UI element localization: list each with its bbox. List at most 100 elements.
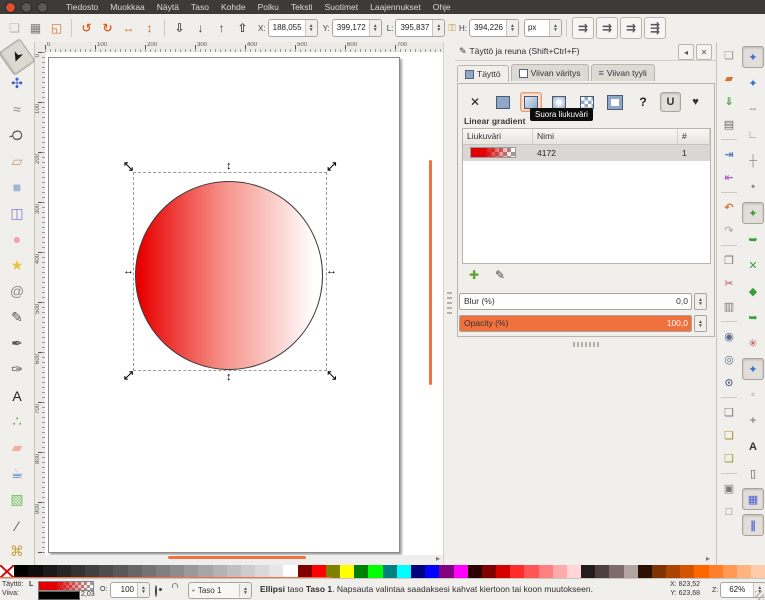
fill-unknown-button[interactable]: ? (632, 92, 654, 112)
zoom-selection-button[interactable]: ◉ (718, 326, 740, 347)
palette-swatch[interactable] (439, 565, 453, 578)
palette-swatch[interactable] (751, 565, 765, 578)
menu-item[interactable]: Suotimet (319, 0, 365, 14)
menu-item[interactable]: Tiedosto (60, 0, 104, 14)
layer-visibility-icon[interactable] (155, 586, 157, 596)
snap-page-border-toggle[interactable]: ▯ (742, 462, 764, 484)
rotate-ccw-button[interactable]: ↺ (77, 18, 96, 38)
palette-swatch[interactable] (595, 565, 609, 578)
toolbar-overflow-icon[interactable]: ▸ (706, 555, 710, 563)
raise-button[interactable]: ↑ (212, 18, 231, 38)
unit-spinner[interactable]: ▲▼ (549, 20, 561, 36)
gradient-list-row[interactable]: 4172 1 (463, 145, 710, 161)
object-opacity-input[interactable]: 100 ▲▼ (110, 582, 150, 598)
tool-pencil[interactable]: ✎ (3, 304, 31, 330)
deselect-button[interactable]: ◱ (47, 18, 66, 38)
tool-bezier-pen[interactable]: ✒ (3, 331, 31, 357)
rotate-cw-button[interactable]: ↻ (98, 18, 117, 38)
tool-star[interactable]: ★ (3, 252, 31, 278)
opacity-slider[interactable]: Opacity (%) 100,0 (459, 315, 692, 332)
zoom-page-button[interactable]: ⊙ (718, 372, 740, 393)
tool-connector[interactable]: ⌘ (3, 539, 31, 565)
snap-line-midpoints-toggle[interactable]: ✳ (742, 332, 764, 354)
tool-3dbox[interactable]: ◫ (3, 200, 31, 226)
menu-item[interactable]: Teksti (285, 0, 319, 14)
canvas-horizontal-scrollbar[interactable] (168, 556, 306, 559)
palette-swatch[interactable] (524, 565, 538, 578)
scale-handle-w[interactable]: ↔ (123, 266, 134, 276)
tool-gradient[interactable]: ▧ (3, 487, 31, 513)
snap-bbox-toggle[interactable]: ✦ (742, 72, 764, 94)
export-button[interactable]: ⇤ (718, 167, 740, 188)
palette-swatch[interactable] (553, 565, 567, 578)
edit-gradient-button[interactable]: ✎ (490, 266, 510, 283)
snap-path-intersections-toggle[interactable]: ✕ (742, 254, 764, 276)
menu-item[interactable]: Näytä (151, 0, 185, 14)
palette-swatch[interactable] (680, 565, 694, 578)
unit-select[interactable]: px ▲▼ (524, 19, 562, 37)
object-opacity-spinner[interactable]: ▲▼ (137, 583, 149, 597)
blur-slider[interactable]: Blur (%) 0,0 (459, 293, 692, 310)
snap-bbox-edge-midpoints-toggle[interactable]: ┼ (742, 150, 764, 172)
canvas-vertical-scrollbar[interactable] (429, 160, 432, 385)
paste-button[interactable]: ▥ (718, 296, 740, 317)
fill-rule-evenodd-button[interactable]: U (660, 92, 681, 112)
snap-paths-toggle[interactable]: ➥ (742, 228, 764, 250)
fill-flat-color-button[interactable] (492, 92, 514, 112)
palette-swatch[interactable] (638, 565, 652, 578)
tool-spiral[interactable]: @ (3, 278, 31, 304)
copy-button[interactable]: ❐ (718, 250, 740, 271)
menu-item[interactable]: Laajennukset (364, 0, 427, 14)
redo-button[interactable]: ↷ (718, 220, 740, 241)
palette-scroll-right-icon[interactable]: ▸ (436, 555, 440, 563)
window-minimize-button[interactable] (21, 2, 32, 13)
blur-spinner[interactable]: ▲▼ (694, 293, 707, 310)
ungroup-button[interactable]: □ (718, 501, 740, 522)
tool-spray[interactable]: ∴ (3, 409, 31, 435)
snap-bbox-edges-toggle[interactable]: ╌ (742, 98, 764, 120)
snap-rotation-centers-toggle[interactable]: + (742, 410, 764, 432)
snap-cusp-nodes-toggle[interactable]: ◆ (742, 280, 764, 302)
tool-calligraphy[interactable]: ✑ (3, 357, 31, 383)
layer-selector[interactable]: ▪ Taso 1 ▲▼ (188, 582, 252, 599)
tool-rectangle[interactable]: ■ (3, 174, 31, 200)
cut-button[interactable]: ✂ (718, 273, 740, 294)
dialog-close-button[interactable]: ✕ (696, 44, 712, 60)
palette-swatch[interactable] (510, 565, 524, 578)
opacity-spinner[interactable]: ▲▼ (694, 315, 707, 332)
transform-corners-toggle[interactable]: ⇉ (596, 17, 618, 39)
lower-button[interactable]: ↓ (191, 18, 210, 38)
snap-object-centers-toggle[interactable]: ◦ (742, 384, 764, 406)
y-input[interactable]: 399,172 ▲▼ (332, 19, 382, 37)
x-spinner[interactable]: ▲▼ (305, 20, 317, 36)
palette-swatch[interactable] (539, 565, 553, 578)
tool-dropper[interactable]: ∕ (3, 513, 31, 539)
palette-swatch[interactable] (411, 565, 425, 578)
tab-fill[interactable]: Täyttö (457, 65, 509, 82)
snap-bbox-corners-toggle[interactable]: ∟ (742, 124, 764, 146)
menu-item[interactable]: Kohde (215, 0, 252, 14)
transform-gradients-toggle[interactable]: ⇉ (620, 17, 642, 39)
menu-item[interactable]: Polku (252, 0, 285, 14)
palette-swatch[interactable] (454, 565, 468, 578)
transform-patterns-toggle[interactable]: ⇶ (644, 17, 666, 39)
palette-swatch[interactable] (567, 565, 581, 578)
scale-handle-e[interactable]: ↔ (326, 266, 337, 276)
lower-to-bottom-button[interactable]: ⇩ (170, 18, 189, 38)
unlink-clone-button[interactable]: ❏ (718, 448, 740, 469)
snap-grids-toggle[interactable]: ▦ (742, 488, 764, 510)
menu-item[interactable]: Ohje (427, 0, 457, 14)
duplicate-button[interactable]: ❏ (718, 402, 740, 423)
palette-swatch[interactable] (666, 565, 680, 578)
width-spinner[interactable]: ▲▼ (432, 20, 444, 36)
import-button[interactable]: ⇥ (718, 144, 740, 165)
flip-horizontal-button[interactable]: ↔ (119, 18, 138, 38)
save-button[interactable]: ⇓ (718, 91, 740, 112)
print-button[interactable]: ▤ (718, 114, 740, 135)
snap-bbox-centers-toggle[interactable]: • (742, 176, 764, 198)
palette-swatch[interactable] (397, 565, 411, 578)
x-input[interactable]: 188,055 ▲▼ (268, 19, 318, 37)
dialog-resize-grip[interactable] (573, 342, 599, 347)
scale-handle-se[interactable]: ⤡ (327, 371, 336, 381)
menu-item[interactable]: Taso (185, 0, 215, 14)
